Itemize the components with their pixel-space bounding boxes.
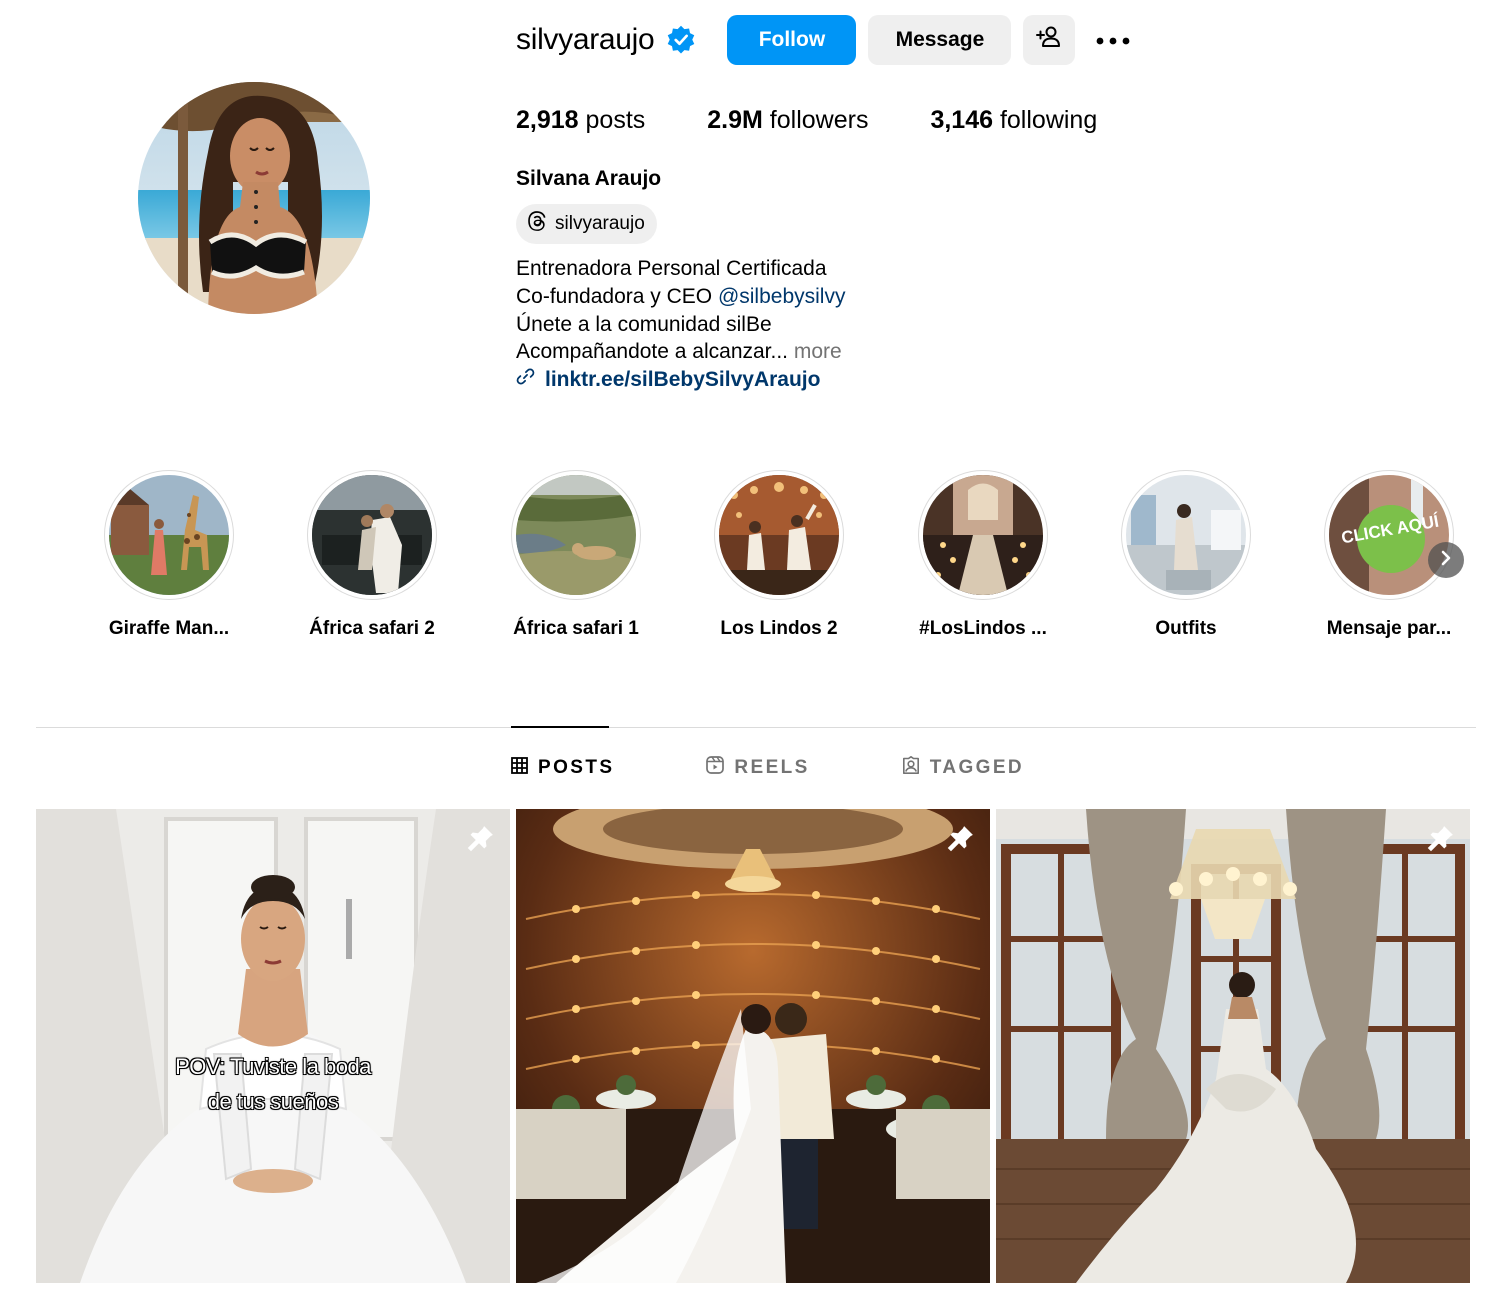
post-thumbnail[interactable] <box>516 809 990 1283</box>
tagged-icon <box>902 756 930 780</box>
highlight-item[interactable]: África safari 1 <box>486 470 666 640</box>
tabs-divider <box>36 727 1476 728</box>
tab-tagged-label: TAGGED <box>929 757 1025 778</box>
highlight-label: África safari 2 <box>309 618 435 639</box>
highlight-label: Mensaje par... <box>1326 618 1452 639</box>
highlight-item[interactable]: Outfits <box>1096 470 1276 640</box>
highlight-label: Los Lindos 2 <box>720 618 838 639</box>
tab-reels-label: REELS <box>734 757 810 778</box>
bio-external-link[interactable]: linktr.ee/silBebySilvyAraujo <box>516 366 845 394</box>
highlights-next-button[interactable] <box>1428 542 1464 578</box>
highlight-cover <box>511 470 641 600</box>
highlight-item[interactable]: África safari 2 <box>282 470 462 640</box>
highlight-cover <box>104 470 234 600</box>
highlight-item[interactable]: Los Lindos 2 <box>689 470 869 640</box>
post-overlay-text: POV: Tuviste la boda <box>175 1054 371 1079</box>
profile-stats: 2,918 posts 2.9M followers 3,146 followi… <box>516 106 1159 135</box>
highlight-item[interactable]: Giraffe Man... <box>79 470 259 640</box>
tab-reels[interactable]: REELS <box>706 752 809 784</box>
profile-full-name: Silvana Araujo <box>516 167 662 190</box>
profile-header-actions: silvyaraujo Follow Message <box>516 14 1133 66</box>
bio-line: Acompañandote a alcanzar... more <box>516 338 845 366</box>
post-thumbnail[interactable] <box>996 809 1470 1283</box>
bio-more-button[interactable]: more <box>788 340 842 363</box>
bio-line: Co-fundadora y CEO @silbebysilvy <box>516 283 845 311</box>
highlight-label: Outfits <box>1155 618 1217 639</box>
following-count-label: following <box>993 106 1098 134</box>
following-link[interactable]: 3,146 following <box>930 106 1097 135</box>
mention-link[interactable]: @silbebysilvy <box>718 285 846 308</box>
verified-badge-icon <box>666 25 696 55</box>
highlight-label: Giraffe Man... <box>108 618 230 639</box>
threads-link[interactable]: silvyaraujo <box>516 204 657 244</box>
posts-count-label: posts <box>578 106 646 134</box>
profile-avatar[interactable] <box>138 82 370 314</box>
tab-posts-label: POSTS <box>538 757 615 778</box>
post-thumbnail[interactable]: POV: Tuviste la boda de tus sueños <box>36 809 510 1283</box>
story-highlights: Giraffe Man... África safari 2 África sa… <box>0 470 1500 645</box>
bio-line: Entrenadora Personal Certificada <box>516 257 827 280</box>
profile-username: silvyaraujo <box>516 23 655 56</box>
highlight-label: #LosLindos ... <box>919 618 1047 639</box>
highlight-cover: CLICK AQUÍ <box>1324 470 1454 600</box>
following-count-value: 3,146 <box>930 106 994 134</box>
post-overlay-text: de tus sueños <box>207 1089 339 1114</box>
add-user-icon <box>1036 24 1062 56</box>
follow-button[interactable]: Follow <box>727 15 857 65</box>
chevron-right-icon <box>1439 550 1453 571</box>
posts-count-value: 2,918 <box>516 106 579 134</box>
profile-tabs: POSTS REELS TAGGED <box>511 752 1024 784</box>
highlight-cover <box>714 470 844 600</box>
pin-icon <box>946 823 976 853</box>
options-button[interactable] <box>1093 15 1133 65</box>
bio-text: Acompañandote a alcanzar... <box>516 340 789 364</box>
highlight-item[interactable]: #LosLindos ... <box>893 470 1073 640</box>
bio-text: Co-fundadora y CEO <box>516 284 718 308</box>
link-icon <box>516 366 545 394</box>
profile-bio: Entrenadora Personal Certificada Co-fund… <box>516 255 845 394</box>
suggested-accounts-button[interactable] <box>1023 15 1076 65</box>
pin-icon <box>1426 823 1456 853</box>
tab-tagged[interactable]: TAGGED <box>902 752 1024 784</box>
highlight-label: África safari 1 <box>513 618 639 639</box>
threads-handle: silvyaraujo <box>555 213 645 234</box>
tab-posts[interactable]: POSTS <box>511 752 614 784</box>
message-button[interactable]: Message <box>868 15 1012 65</box>
followers-count-value: 2.9M <box>707 106 763 134</box>
threads-icon <box>526 210 555 238</box>
bio-line: Únete a la comunidad silBe <box>516 312 772 336</box>
reels-icon <box>706 756 734 780</box>
highlight-cover <box>307 470 437 600</box>
posts-count: 2,918 posts <box>516 106 645 135</box>
bio-link-text: linktr.ee/silBebySilvyAraujo <box>545 368 821 392</box>
highlight-cover <box>918 470 1048 600</box>
more-options-icon <box>1095 28 1131 52</box>
pin-icon <box>466 823 496 853</box>
followers-count-label: followers <box>762 106 869 134</box>
grid-icon <box>511 756 538 780</box>
active-tab-indicator <box>511 726 609 728</box>
followers-link[interactable]: 2.9M followers <box>707 106 868 135</box>
highlight-cover <box>1121 470 1251 600</box>
